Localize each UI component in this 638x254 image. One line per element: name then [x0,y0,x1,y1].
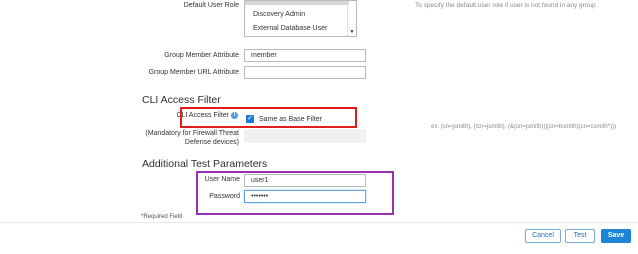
default-user-role-listbox[interactable]: Discovery Admin External Database User ▼ [244,0,357,37]
test-button[interactable]: Test [565,229,595,243]
listbox-option-discovery-admin[interactable]: Discovery Admin [253,11,305,18]
cli-access-filter-highlight [180,107,357,128]
test-parameters-highlight [196,171,394,215]
group-member-url-attribute-input[interactable] [244,66,366,79]
footer-divider [0,222,638,223]
required-field-note: *Required Field [141,214,183,220]
chevron-down-icon[interactable]: ▼ [349,29,355,35]
cli-access-filter-sublabel: (Mandatory for Firewall Threat Defense d… [145,130,239,146]
cancel-button[interactable]: Cancel [525,229,561,243]
additional-test-parameters-heading: Additional Test Parameters [142,158,268,170]
listbox-selected-option[interactable] [245,1,349,5]
save-button[interactable]: Save [601,229,631,243]
cli-access-filter-heading: CLI Access Filter [142,94,221,106]
default-user-role-hint: To specify the default user role if user… [415,2,596,9]
cli-access-filter-field[interactable] [244,129,366,143]
group-member-attribute-label: Group Member Attribute [164,52,239,59]
default-user-role-label: Default User Role [183,2,239,9]
cli-access-filter-example: ex. (cn=jsmith), (!cn=jsmith), (&(cn=jsm… [431,124,617,130]
listbox-option-external-database-user[interactable]: External Database User [253,25,327,32]
group-member-url-attribute-label: Group Member URL Attribute [148,69,239,76]
group-member-attribute-input[interactable]: member [244,49,366,62]
